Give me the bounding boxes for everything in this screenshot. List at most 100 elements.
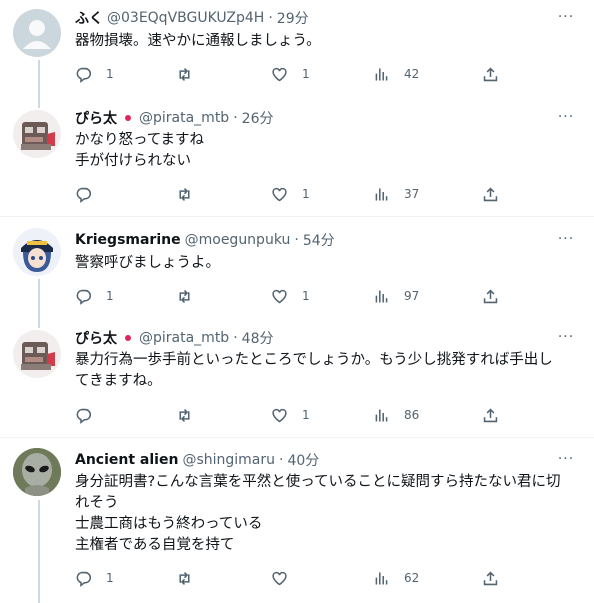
view-count: 97 [404, 289, 420, 303]
view-count: 62 [404, 571, 420, 585]
views-button[interactable]: 97 [373, 286, 419, 306]
avatar[interactable] [13, 330, 61, 378]
user-handle[interactable]: @03EQqVBGUKUZp4H [107, 10, 264, 26]
thread-line [38, 279, 40, 320]
views-button[interactable]: 42 [373, 64, 419, 84]
view-count: 42 [404, 67, 420, 81]
views-chart-icon [375, 409, 388, 421]
share-button[interactable] [482, 568, 499, 588]
views-chart-icon [375, 68, 388, 80]
japan-flag-icon [121, 331, 135, 345]
thread-line [38, 100, 40, 108]
tweet[interactable]: ぴら太 @pirata_mtb · 48分 ··· 暴力行為一歩手前といったとこ… [0, 320, 594, 437]
tweet-text: 警察呼びましょうよ。 [75, 255, 220, 271]
share-icon [483, 407, 498, 422]
views-chart-icon [375, 188, 388, 200]
default-avatar-icon [23, 20, 51, 49]
timestamp[interactable]: 54分 [303, 230, 335, 250]
user-handle[interactable]: @pirata_mtb [139, 110, 229, 126]
tweet-header: ぴら太 @pirata_mtb · 48分 [75, 328, 273, 348]
tweet-text: 器物損壊。速やかに通報しましょう。 [75, 33, 321, 49]
like-count: 1 [302, 408, 310, 422]
action-bar: 1 62 [75, 568, 515, 588]
action-bar: 1 37 [75, 184, 515, 204]
tweet[interactable]: Ancient alien @shingimaru · 40分 ··· 身分証明… [0, 438, 594, 603]
like-button[interactable] [271, 568, 302, 588]
reply-icon [76, 571, 91, 587]
share-button[interactable] [482, 286, 499, 306]
avatar[interactable] [13, 9, 61, 57]
reply-button[interactable]: 1 [75, 64, 114, 84]
tweet[interactable]: ぴら太 @pirata_mtb · 26分 ··· かなり怒ってますね 手が付け… [0, 100, 594, 216]
robot-avatar-icon [21, 342, 55, 370]
separator-dot: · [233, 110, 238, 126]
reply-button[interactable]: 1 [75, 286, 114, 306]
reply-button[interactable]: 1 [75, 568, 114, 588]
action-bar: 1 86 [75, 405, 515, 425]
tweet[interactable]: ふく @03EQqVBGUKUZp4H · 29分 ··· 器物損壊。速やかに通… [0, 0, 594, 100]
views-button[interactable]: 37 [373, 184, 419, 204]
separator-dot: · [294, 232, 299, 248]
timestamp[interactable]: 40分 [287, 450, 319, 470]
tweet-text: 暴力行為一歩手前といったところでしょうか。もう少し挑発すれば手出し てきますね。 [75, 352, 553, 389]
timestamp[interactable]: 48分 [242, 328, 274, 348]
action-bar: 1 1 97 [75, 286, 515, 306]
display-name[interactable]: ぴら太 [75, 108, 117, 128]
reply-icon [76, 408, 91, 424]
display-name[interactable]: ふく [75, 8, 103, 28]
timestamp[interactable]: 26分 [242, 108, 274, 128]
more-options-icon[interactable]: ··· [556, 9, 576, 29]
user-handle[interactable]: @pirata_mtb [139, 330, 229, 346]
heart-icon [272, 67, 287, 81]
timestamp[interactable]: 29分 [277, 8, 309, 28]
retweet-button[interactable] [176, 405, 207, 425]
reply-count: 1 [106, 67, 114, 81]
like-button[interactable]: 1 [271, 286, 310, 306]
reply-count: 1 [106, 571, 114, 585]
retweet-button[interactable] [176, 568, 207, 588]
heart-icon [272, 571, 287, 585]
like-button[interactable]: 1 [271, 184, 310, 204]
more-options-icon[interactable]: ··· [556, 451, 576, 471]
more-options-icon[interactable]: ··· [556, 329, 576, 349]
thread-line [38, 320, 40, 328]
share-icon [483, 288, 498, 303]
share-button[interactable] [482, 184, 499, 204]
tweet-text: 身分証明書?こんな言葉を平然と使っていることに疑問すら持たない君に切 れそう 士… [75, 474, 561, 553]
reply-button[interactable] [75, 184, 106, 204]
more-options-icon[interactable]: ··· [556, 231, 576, 251]
like-button[interactable]: 1 [271, 405, 310, 425]
separator-dot: · [268, 10, 273, 26]
share-button[interactable] [482, 405, 499, 425]
avatar[interactable] [13, 110, 61, 158]
like-count: 1 [302, 289, 310, 303]
thread-line [38, 60, 40, 100]
reply-icon [76, 67, 91, 83]
anime-avatar-icon [21, 240, 53, 272]
retweet-icon [179, 289, 190, 303]
avatar[interactable] [13, 448, 61, 496]
views-button[interactable]: 62 [373, 568, 419, 588]
more-options-icon[interactable]: ··· [556, 109, 576, 129]
share-icon [483, 66, 498, 81]
retweet-button[interactable] [176, 184, 207, 204]
like-button[interactable]: 1 [271, 64, 310, 84]
user-handle[interactable]: @shingimaru [182, 452, 275, 468]
display-name[interactable]: ぴら太 [75, 328, 117, 348]
share-icon [483, 570, 498, 585]
tweet-text: かなり怒ってますね 手が付けられない [75, 132, 205, 169]
views-chart-icon [375, 572, 388, 584]
tweet[interactable]: Kriegsmarine @moegunpuku · 54分 ··· 警察呼びま… [0, 217, 594, 320]
retweet-button[interactable] [176, 286, 207, 306]
avatar[interactable] [13, 228, 61, 276]
display-name[interactable]: Kriegsmarine [75, 232, 181, 248]
reply-button[interactable] [75, 405, 106, 425]
views-button[interactable]: 86 [373, 405, 419, 425]
retweet-button[interactable] [176, 64, 207, 84]
display-name[interactable]: Ancient alien [75, 452, 178, 468]
view-count: 86 [404, 408, 420, 422]
separator-dot: · [233, 330, 238, 346]
heart-icon [272, 408, 287, 422]
share-button[interactable] [482, 64, 499, 84]
user-handle[interactable]: @moegunpuku [185, 232, 291, 248]
